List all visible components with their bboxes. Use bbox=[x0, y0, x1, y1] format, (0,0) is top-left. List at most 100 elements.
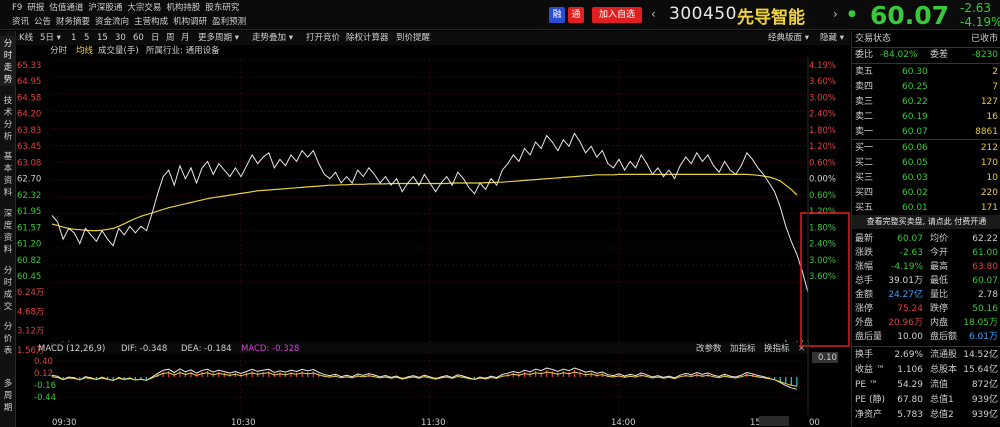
top-menu-item[interactable]: 研报 bbox=[27, 1, 49, 15]
ask-volume: 8861 bbox=[975, 127, 998, 137]
period-15min[interactable]: 15 bbox=[97, 31, 108, 45]
ask-label: 卖五 bbox=[855, 67, 874, 77]
top-menu-item[interactable]: 沪深股通 bbox=[88, 1, 127, 15]
period-month[interactable]: 月 bbox=[181, 31, 190, 45]
macd-bar bbox=[473, 377, 476, 379]
macd-bar bbox=[168, 370, 170, 377]
stat-value: 2.78 bbox=[977, 290, 998, 300]
top-menu-item[interactable]: 资讯 bbox=[12, 15, 34, 29]
period-day[interactable]: 日 bbox=[151, 31, 160, 45]
ask-row: 卖三 60.22 127 bbox=[852, 95, 1000, 109]
stat-row: 涨幅 -4.19% 最高 63.80 bbox=[852, 260, 1000, 274]
legend-junxian: 均线 bbox=[76, 46, 94, 56]
price-tick-label: 64.20 bbox=[17, 110, 41, 120]
macd-button[interactable]: 改参数 bbox=[696, 343, 722, 354]
top-menu-item[interactable]: F9 bbox=[12, 1, 27, 15]
macd-bar bbox=[579, 371, 581, 377]
stat-row: 涨跌 -2.63 今开 61.00 bbox=[852, 246, 1000, 260]
bid-volume: 220 bbox=[980, 188, 998, 198]
more-period-dropdown[interactable]: 更多周期 ▾ bbox=[198, 31, 239, 45]
left-tab[interactable]: 技术分析 bbox=[0, 93, 16, 143]
ex-rights-calculator[interactable]: 除权计算器 bbox=[346, 31, 389, 45]
pct-tick-label: 3.60% bbox=[809, 77, 836, 87]
chart-toolbar: K线 5日 ▾ 1 5 15 30 60 日 周 月 更多周期 ▾ 走势叠加 ▾… bbox=[16, 31, 850, 45]
kline-button[interactable]: K线 bbox=[19, 31, 33, 45]
macd-bar bbox=[279, 372, 281, 377]
left-tab[interactable]: 多周期 bbox=[0, 376, 16, 426]
stat-value: 20.96万 bbox=[888, 318, 923, 328]
top-menu-item[interactable]: 盈利预测 bbox=[212, 15, 251, 29]
intraday-chart[interactable]: 65.33 64.95 64.58 64.20 63.83 63.45 63.08 62.70… bbox=[16, 57, 850, 427]
macd-bar bbox=[535, 370, 537, 377]
left-tab[interactable]: 深度资料 bbox=[0, 206, 16, 256]
tong-button[interactable]: 通 bbox=[568, 7, 584, 23]
left-tab[interactable]: 基本资料 bbox=[0, 149, 16, 199]
macd-bar bbox=[785, 377, 787, 384]
top-menu-item[interactable]: 股东研究 bbox=[205, 1, 244, 15]
ask-label: 卖一 bbox=[855, 127, 874, 137]
macd-bar bbox=[551, 371, 553, 377]
fund-row: PE ™ 54.29 流值 872亿 bbox=[852, 378, 1000, 392]
layout-dropdown[interactable]: 经典版面 ▾ bbox=[768, 31, 809, 45]
top-menu-item[interactable]: 主营构成 bbox=[134, 15, 173, 29]
auction-button[interactable]: 打开竞价 bbox=[306, 31, 340, 45]
stat-value: 75.24 bbox=[897, 304, 923, 314]
left-tab[interactable]: 分价表 bbox=[0, 319, 16, 369]
top-menu-item[interactable]: 大宗交易 bbox=[127, 1, 166, 15]
top-menu-item[interactable]: 估值通道 bbox=[49, 1, 88, 15]
period-30min[interactable]: 30 bbox=[115, 31, 126, 45]
stat-value: 63.80 bbox=[972, 262, 998, 272]
fund-value: 872亿 bbox=[971, 380, 998, 390]
macd-bar bbox=[207, 370, 209, 377]
macd-bar bbox=[218, 371, 220, 377]
stat-row: 盘后量 10.00 盘后额 6.01万 bbox=[852, 330, 1000, 344]
full-orderbook-link[interactable]: 查看完整买卖盘, 请点此 付费开通 bbox=[852, 215, 1000, 229]
rong-button[interactable]: 融 bbox=[549, 7, 565, 23]
macd-bar bbox=[79, 377, 81, 380]
bid-row: 买一 60.06 212 bbox=[852, 141, 1000, 155]
top-menu-item[interactable]: 机构持股 bbox=[166, 1, 205, 15]
macd-bar bbox=[790, 377, 792, 386]
last-price: 60.07 bbox=[870, 1, 950, 30]
fund-label: 流通股 bbox=[930, 350, 958, 360]
period-60min[interactable]: 60 bbox=[133, 31, 144, 45]
top-menu-item[interactable]: 财务摘要 bbox=[56, 15, 95, 29]
period-5min[interactable]: 5 bbox=[84, 31, 89, 45]
period-5day-select[interactable]: 5日 ▾ bbox=[40, 31, 61, 45]
macd-bar bbox=[796, 377, 798, 387]
add-watchlist-button[interactable]: 加入自选 bbox=[592, 7, 642, 23]
divider bbox=[852, 346, 1000, 347]
pct-tick-label: 2.40% bbox=[809, 110, 836, 120]
price-change-pct: -4.19% bbox=[960, 15, 1000, 29]
pct-tick-label: 2.40% bbox=[809, 240, 836, 250]
period-1min[interactable]: 1 bbox=[71, 31, 76, 45]
ask-volume: 7 bbox=[992, 82, 998, 92]
left-tab[interactable]: 分时成交 bbox=[0, 263, 16, 313]
overlay-dropdown[interactable]: 走势叠加 ▾ bbox=[252, 31, 293, 45]
hide-button[interactable]: 隐藏 ▾ bbox=[820, 31, 844, 45]
period-week[interactable]: 周 bbox=[166, 31, 175, 45]
macd-button[interactable]: 加指标 bbox=[730, 343, 756, 354]
top-menu-item[interactable]: 机构调研 bbox=[173, 15, 212, 29]
top-menu-item[interactable]: 资金流向 bbox=[95, 15, 134, 29]
price-alert[interactable]: 到价提醒 bbox=[396, 31, 430, 45]
macd-button[interactable]: 换指标 bbox=[764, 343, 790, 354]
fund-value: 2.69% bbox=[894, 350, 923, 360]
stat-value: -4.19% bbox=[891, 262, 923, 272]
bid-volume: 171 bbox=[980, 203, 998, 213]
fund-label: 总值1 bbox=[930, 395, 954, 405]
prev-stock-icon[interactable]: ‹ bbox=[651, 7, 656, 21]
left-tab[interactable]: 分时走势 bbox=[0, 36, 16, 86]
price-tick-label: 61.20 bbox=[17, 240, 41, 250]
stock-name: 先导智能 bbox=[737, 8, 805, 28]
stat-value: 18.05万 bbox=[963, 318, 998, 328]
stat-label: 涨停 bbox=[855, 304, 874, 314]
weibi-value: -84.02% bbox=[880, 50, 918, 60]
top-menu-item[interactable]: 公告 bbox=[34, 15, 56, 29]
fund-value: 5.783 bbox=[897, 410, 923, 420]
ask-volume: 16 bbox=[986, 112, 998, 122]
ask-row: 卖五 60.30 2 bbox=[852, 65, 1000, 79]
macd-bar bbox=[540, 372, 542, 377]
fund-value: 15.64亿 bbox=[963, 365, 998, 375]
next-stock-icon[interactable]: › bbox=[833, 7, 838, 21]
